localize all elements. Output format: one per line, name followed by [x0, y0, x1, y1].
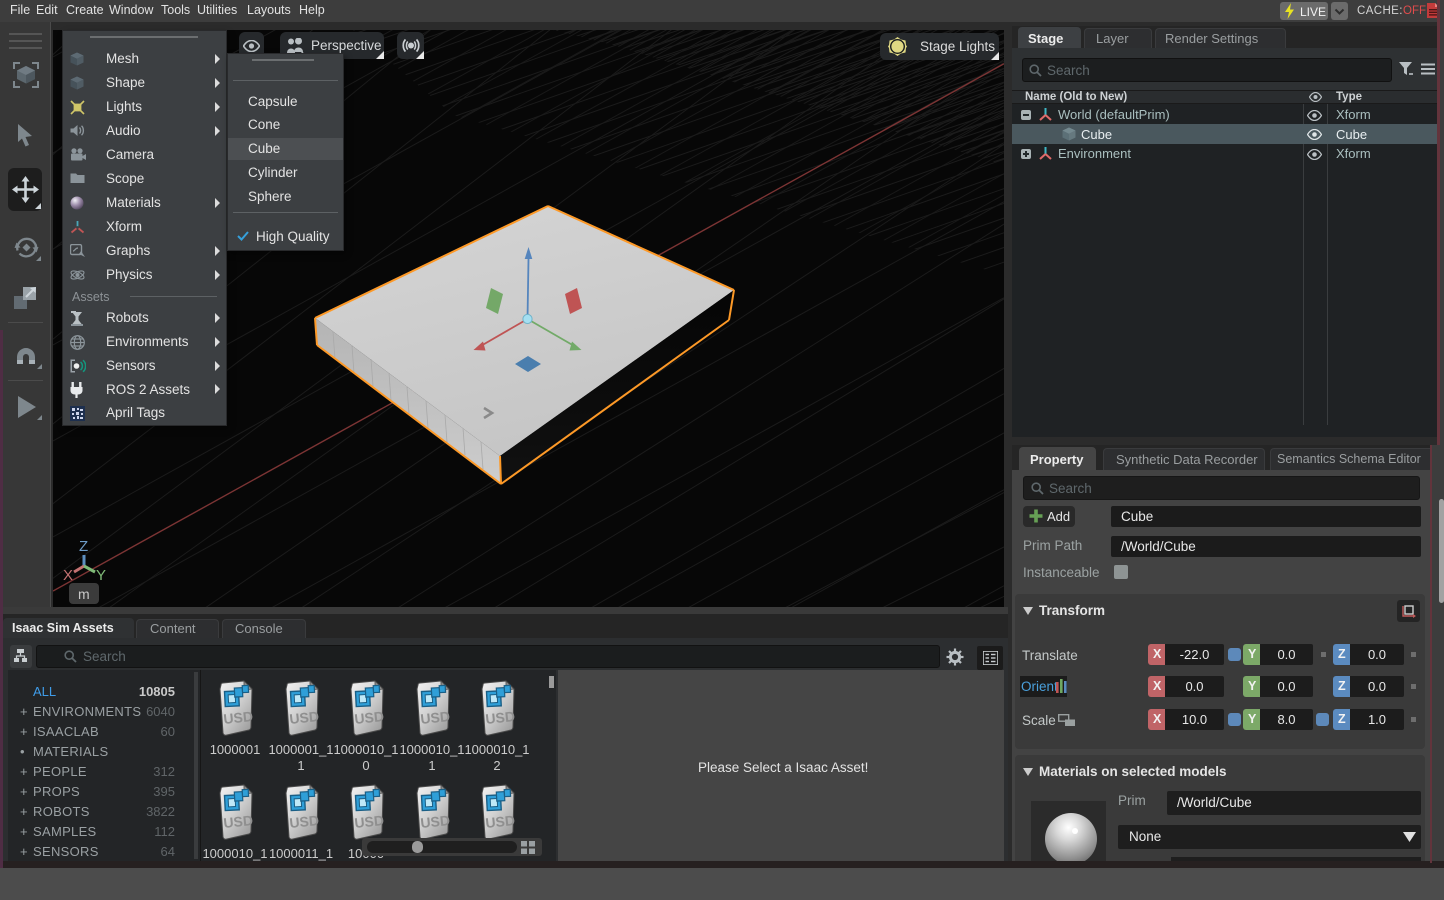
- svg-text:Y: Y: [96, 567, 106, 584]
- svg-text:Z: Z: [79, 538, 88, 555]
- svg-text:X: X: [63, 567, 73, 584]
- svg-text:m: m: [78, 586, 90, 602]
